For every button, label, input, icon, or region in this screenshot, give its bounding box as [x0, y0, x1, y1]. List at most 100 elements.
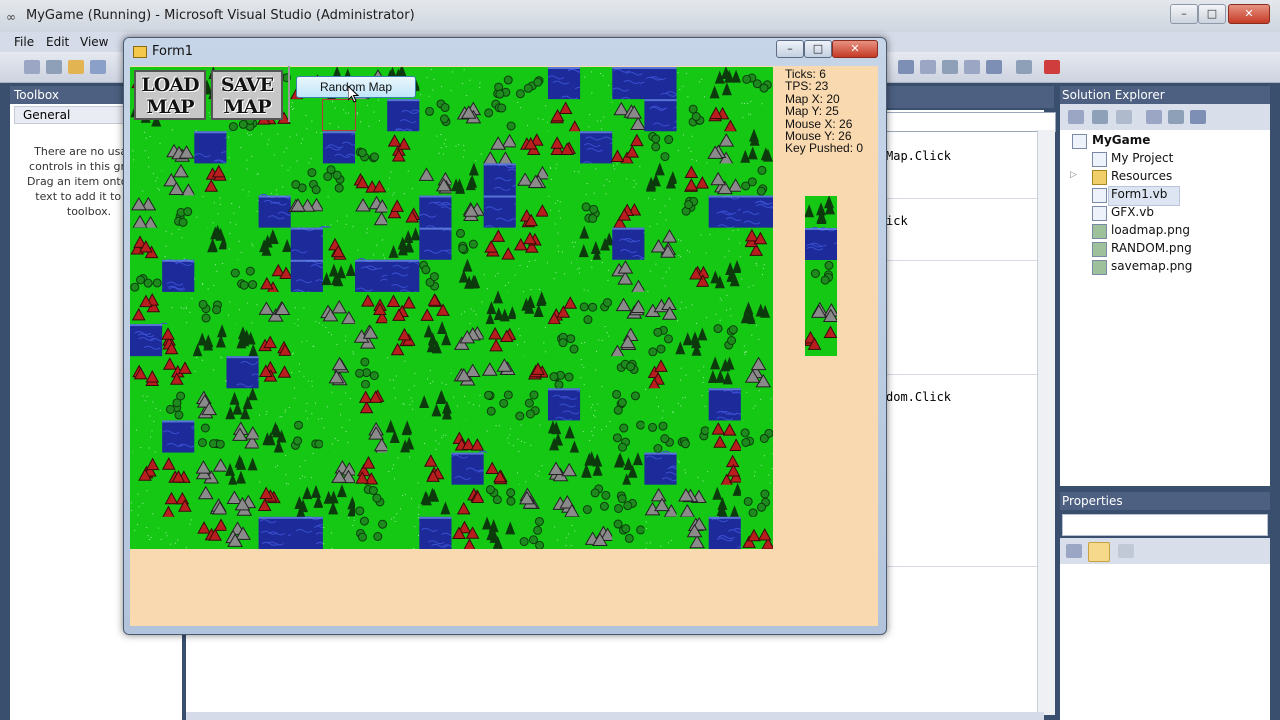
map-tile-mountains — [355, 195, 391, 229]
map-tile-grass — [740, 324, 773, 357]
tree-item-mygame[interactable]: MyGame — [1092, 133, 1150, 147]
map-tile-grass — [515, 324, 549, 357]
tree-item-loadmap[interactable]: loadmap.png — [1111, 223, 1190, 237]
map-tile-forest — [419, 321, 452, 357]
map-tile-trees — [708, 324, 742, 357]
tree-item-my-project[interactable]: My Project — [1111, 151, 1173, 165]
view-designer-icon[interactable] — [1168, 110, 1184, 124]
map-tile-mountains — [708, 163, 744, 197]
code-separator — [880, 260, 1038, 261]
new-project-icon[interactable] — [24, 60, 40, 74]
save-map-button[interactable]: SAVE MAP — [211, 70, 283, 120]
categorized-icon[interactable] — [1066, 544, 1082, 558]
map-tile-volcano — [130, 227, 163, 261]
map-tile-mountains — [288, 195, 325, 229]
close-button[interactable]: ✕ — [1228, 4, 1270, 24]
vs-window-title: MyGame (Running) - Microsoft Visual Stud… — [26, 8, 415, 23]
refresh-icon[interactable] — [1116, 110, 1132, 124]
map-canvas[interactable] — [130, 67, 773, 549]
menu-file[interactable]: File — [14, 35, 34, 49]
menu-view[interactable]: View — [80, 35, 108, 49]
tree-item-random[interactable]: RANDOM.png — [1111, 241, 1192, 255]
save-icon[interactable] — [90, 60, 106, 74]
map-tile-grass — [580, 163, 613, 197]
map-tile-water — [162, 259, 199, 293]
minimize-button[interactable]: – — [1170, 4, 1198, 24]
add-item-icon[interactable] — [46, 60, 62, 74]
object-browser-icon[interactable] — [986, 60, 1002, 74]
map-tile-grass — [676, 388, 711, 421]
map-tile-trees — [355, 516, 388, 549]
map-tile-grass — [290, 291, 325, 326]
form-close-button[interactable]: ✕ — [832, 40, 878, 58]
editor-scrollbar[interactable] — [1037, 130, 1055, 715]
map-tile-volcano — [708, 99, 742, 133]
map-tile-grass — [226, 195, 260, 229]
map-tile-grass — [676, 452, 710, 486]
map-tile-grass — [130, 163, 163, 197]
map-tile-grass — [676, 291, 710, 325]
form-maximize-button[interactable]: □ — [804, 40, 832, 58]
map-tile-volcano — [130, 291, 163, 325]
show-all-files-icon[interactable] — [1068, 110, 1084, 124]
expand-arrow-icon[interactable]: ▷ — [1070, 170, 1077, 180]
code-separator — [880, 566, 1038, 567]
map-tile-trees — [322, 163, 356, 197]
map-tile-volcano — [387, 131, 420, 164]
map-tile-trees — [355, 356, 388, 389]
open-folder-icon[interactable] — [68, 60, 84, 74]
map-tile-trees — [644, 324, 678, 357]
map-tile-trees — [419, 99, 452, 132]
maximize-button[interactable]: □ — [1198, 4, 1226, 24]
member-dropdown[interactable] — [886, 112, 1056, 132]
map-tile-volcano — [161, 324, 195, 357]
properties-object-dropdown[interactable] — [1062, 514, 1268, 536]
load-map-line2: MAP — [146, 96, 194, 118]
map-tile-grass — [580, 388, 613, 422]
tree-item-form1[interactable]: Form1.vb — [1111, 187, 1167, 201]
alphabetical-icon[interactable] — [1088, 542, 1110, 562]
map-tile-volcano — [162, 356, 195, 389]
map-tile-grass — [226, 163, 260, 197]
map-tile-forest — [451, 258, 485, 293]
properties-toggle-icon[interactable] — [964, 60, 980, 74]
load-map-button[interactable]: LOAD MAP — [134, 70, 206, 120]
map-tile-volcano — [355, 452, 388, 486]
find-icon[interactable] — [920, 60, 936, 74]
map-tile-forest — [675, 324, 710, 357]
map-tile-forest — [515, 291, 549, 325]
map-tile-grass — [130, 484, 163, 518]
map-tile-trees — [612, 420, 646, 454]
map-tile-mountains — [162, 163, 197, 197]
menu-edit[interactable]: Edit — [46, 35, 69, 49]
map-tile-grass — [322, 195, 356, 229]
property-pages-icon[interactable] — [1118, 544, 1134, 558]
map-tile-grass — [387, 452, 420, 486]
stop-debug-icon[interactable] — [1044, 60, 1060, 74]
map-tile-volcano — [644, 356, 678, 391]
map-tile-mountains — [676, 484, 710, 518]
tree-item-resources[interactable]: Resources — [1111, 169, 1172, 183]
map-tile-forest — [740, 128, 773, 164]
solution-explorer-title: Solution Explorer — [1062, 88, 1165, 102]
tools-icon[interactable] — [1016, 60, 1032, 74]
map-tile-mountains — [162, 131, 195, 164]
tree-item-gfx[interactable]: GFX.vb — [1111, 205, 1154, 219]
map-tile-grass — [644, 388, 678, 422]
form-minimize-button[interactable]: – — [776, 40, 804, 58]
map-tile-volcano — [547, 131, 581, 164]
tree-item-savemap[interactable]: savemap.png — [1111, 259, 1192, 273]
map-tile-volcano — [708, 420, 743, 454]
class-view-icon[interactable] — [1190, 110, 1206, 124]
map-tile-forest — [419, 484, 452, 518]
view-code-icon[interactable] — [1146, 110, 1162, 124]
properties-icon[interactable] — [1092, 110, 1108, 124]
navigate-icon[interactable] — [898, 60, 914, 74]
tile-palette[interactable] — [805, 196, 837, 356]
map-tile-trees — [644, 420, 678, 454]
map-tile-trees — [612, 516, 646, 549]
map-tile-grass — [419, 67, 452, 100]
vs-title-bar: ∞ MyGame (Running) - Microsoft Visual St… — [0, 0, 1280, 33]
map-tile-grass — [322, 388, 356, 422]
toolbox-toggle-icon[interactable] — [942, 60, 958, 74]
